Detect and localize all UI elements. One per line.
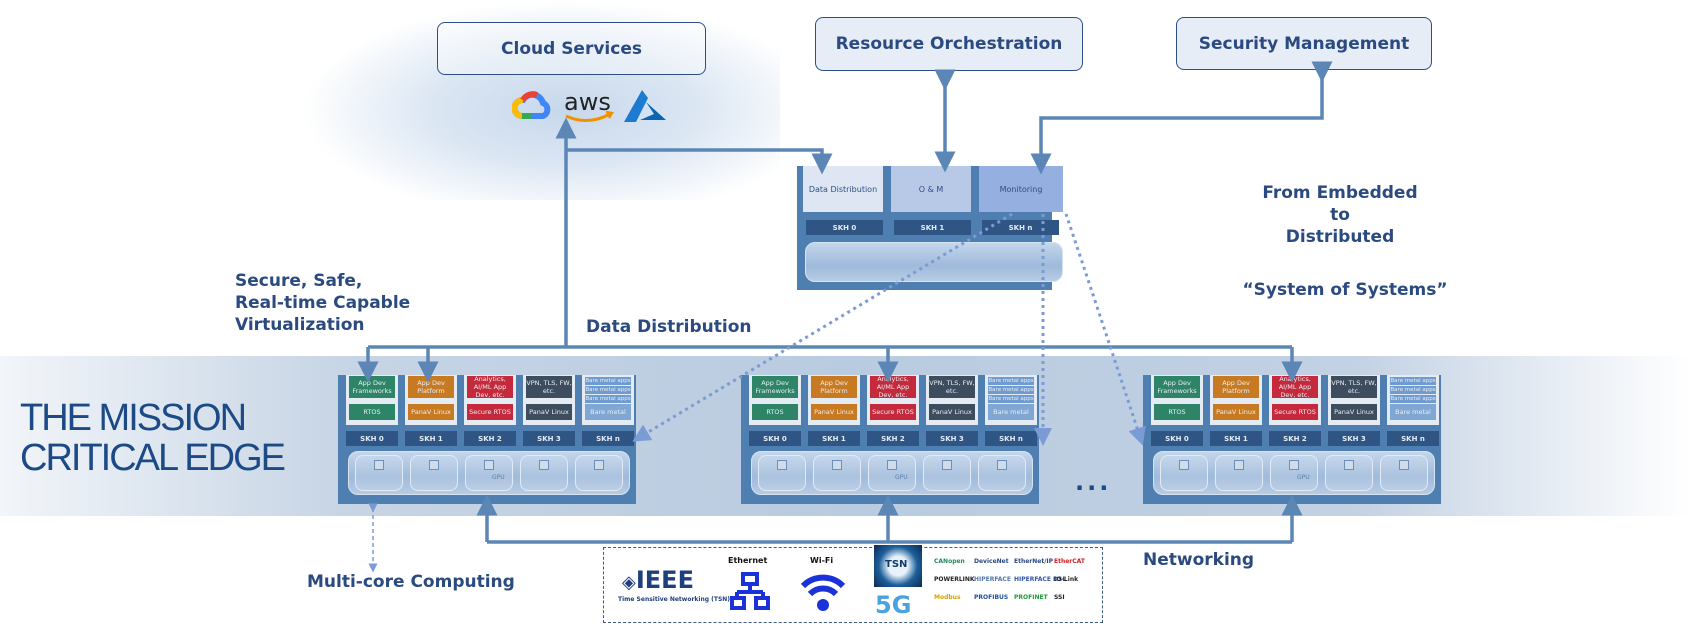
monitoring-link-1: [632, 212, 1013, 442]
security-link-arrow: [1030, 61, 1333, 175]
connector-layer: [357, 61, 1333, 573]
data-dist-arrow: [566, 148, 833, 175]
monitoring-link-3: [1064, 213, 1146, 446]
